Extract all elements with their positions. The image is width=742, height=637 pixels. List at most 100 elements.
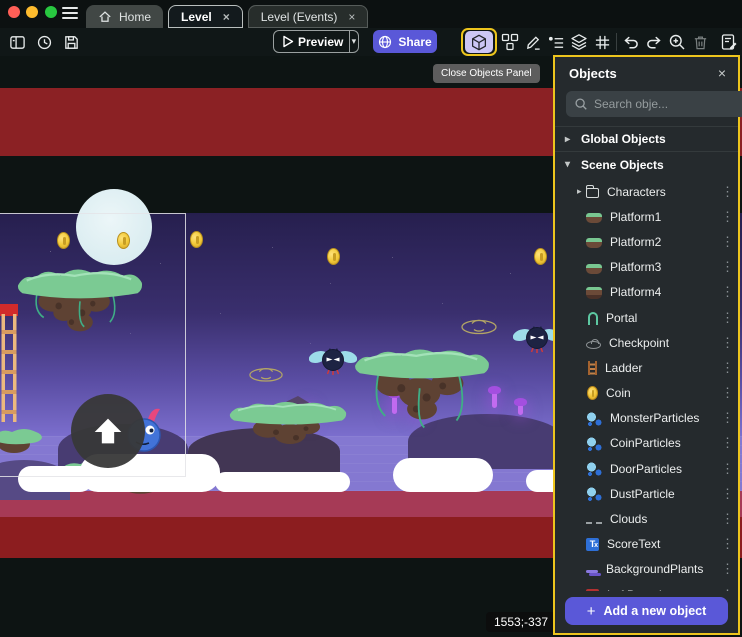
ladder-icon [588,361,597,375]
checkpoint-icon [586,341,601,349]
object-menu-button[interactable]: ⋮ [721,587,731,591]
objects-list: ▸Characters⋮Platform1⋮Platform2⋮Platform… [555,177,738,591]
object-menu-button[interactable]: ⋮ [721,234,731,250]
tab-level-events[interactable]: Level (Events) × [248,5,369,28]
save-icon[interactable] [62,33,80,51]
maximize-window-button[interactable] [45,6,57,18]
platform2-sprite[interactable] [228,396,348,454]
minimize-window-button[interactable] [26,6,38,18]
object-menu-button[interactable]: ⋮ [721,385,731,401]
chevron-right-icon: ▸ [565,134,573,145]
object-menu-button[interactable]: ⋮ [721,284,731,300]
play-icon [282,35,294,48]
object-row-LeftBoundary[interactable]: LeftBoundary⋮ [555,582,738,591]
undo-icon[interactable] [622,33,640,51]
object-row-Ladder[interactable]: Ladder⋮ [555,355,738,380]
object-label: Platform4 [610,285,721,299]
ufo-doodle [248,362,284,384]
pencil-icon[interactable] [524,33,542,51]
ufo-doodle [460,314,498,336]
tab-level[interactable]: Level × [168,5,243,28]
search-box[interactable] [566,91,742,117]
grid-icon[interactable] [593,33,611,51]
add-object-label: Add a new object [603,604,706,618]
section-scene-objects[interactable]: ▾ Scene Objects [555,152,738,177]
object-menu-button[interactable]: ⋮ [721,209,731,225]
object-row-DustParticle[interactable]: DustParticle⋮ [555,481,738,506]
close-tab-icon[interactable]: × [223,10,230,24]
object-menu-button[interactable]: ⋮ [721,184,731,200]
chevron-down-icon[interactable]: ▾ [350,36,358,47]
platform-grass-icon [586,213,602,223]
events-sheet-icon[interactable] [720,33,738,51]
objects-panel-header: Objects × [555,57,738,85]
menu-hamburger-icon[interactable] [62,7,78,20]
object-menu-button[interactable]: ⋮ [721,486,731,502]
object-label: MonsterParticles [610,411,721,425]
close-panel-icon[interactable]: × [718,65,726,81]
object-menu-button[interactable]: ⋮ [721,435,731,451]
selection-rectangle[interactable] [0,213,186,477]
object-row-CoinParticles[interactable]: CoinParticles⋮ [555,431,738,456]
coin-sprite[interactable] [190,231,203,248]
object-row-MonsterParticles[interactable]: MonsterParticles⋮ [555,406,738,431]
coin-sprite[interactable] [327,248,340,265]
object-menu-button[interactable]: ⋮ [721,360,731,376]
object-row-Platform3[interactable]: Platform3⋮ [555,255,738,280]
object-row-Characters[interactable]: ▸Characters⋮ [555,179,738,204]
object-label: Ladder [605,361,721,375]
object-label: LeftBoundary [607,588,721,591]
object-row-Platform1[interactable]: Platform1⋮ [555,204,738,229]
search-icon [574,97,588,111]
preview-label: Preview [298,35,349,49]
object-menu-button[interactable]: ⋮ [721,335,731,351]
object-menu-button[interactable]: ⋮ [721,410,731,426]
preview-button[interactable]: Preview ▾ [273,30,359,53]
redo-icon[interactable] [645,33,663,51]
object-row-ScoreText[interactable]: TScoreText⋮ [555,532,738,557]
particles-icon [586,462,602,476]
history-icon[interactable] [35,33,53,51]
instances-icon[interactable] [501,33,519,51]
object-row-Portal[interactable]: Portal⋮ [555,305,738,330]
chevron-right-icon[interactable]: ▸ [577,186,586,197]
object-label: Clouds [610,512,721,526]
object-menu-button[interactable]: ⋮ [721,461,731,477]
object-row-Coin[interactable]: Coin⋮ [555,381,738,406]
object-menu-button[interactable]: ⋮ [721,536,731,552]
section-global-objects[interactable]: ▸ Global Objects [555,127,738,152]
object-menu-button[interactable]: ⋮ [721,561,731,577]
object-row-Platform4[interactable]: Platform4⋮ [555,280,738,305]
search-input[interactable] [594,97,742,111]
search-row [555,85,738,127]
tab-label: Level (Events) [261,10,338,24]
object-row-Checkpoint[interactable]: Checkpoint⋮ [555,330,738,355]
layers-icon[interactable] [570,33,588,51]
share-button[interactable]: Share [373,30,437,53]
cloud-sprite [215,472,350,492]
particles-icon [586,487,602,501]
zoom-in-icon[interactable] [668,33,686,51]
object-label: BackgroundPlants [606,562,721,576]
objects-panel-icon[interactable] [465,31,493,53]
coin-sprite[interactable] [534,248,547,265]
object-row-Platform2[interactable]: Platform2⋮ [555,229,738,254]
close-window-button[interactable] [8,6,20,18]
properties-icon[interactable] [547,33,565,51]
object-row-DoorParticles[interactable]: DoorParticles⋮ [555,456,738,481]
object-menu-button[interactable]: ⋮ [721,310,731,326]
close-tab-icon[interactable]: × [348,10,355,24]
panels-icon[interactable] [8,33,26,51]
app-window: Home Level × Level (Events) × [0,0,742,637]
object-row-Clouds[interactable]: Clouds⋮ [555,506,738,531]
particles-icon [586,437,602,451]
tab-home[interactable]: Home [86,5,163,28]
object-menu-button[interactable]: ⋮ [721,511,731,527]
platform-grass-icon [586,238,602,248]
trash-icon[interactable] [691,33,709,51]
object-menu-button[interactable]: ⋮ [721,259,731,275]
object-row-BackgroundPlants[interactable]: BackgroundPlants⋮ [555,557,738,582]
add-object-button[interactable]: + Add a new object [565,597,728,625]
bat-monster-sprite[interactable] [309,344,357,376]
platform3-sprite[interactable] [353,342,491,446]
